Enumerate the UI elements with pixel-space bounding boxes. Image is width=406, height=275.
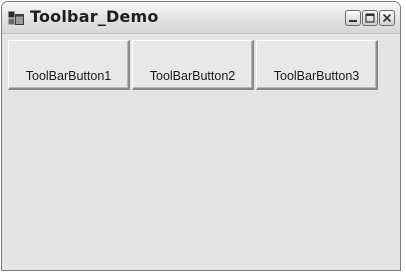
toolbar: ToolBarButton1 ToolBarButton2 ToolBarBut…	[2, 34, 400, 92]
toolbar-button-1[interactable]: ToolBarButton1	[8, 40, 130, 90]
toolbar-button-1-label: ToolBarButton1	[25, 69, 112, 83]
app-window-icon[interactable]	[8, 11, 24, 25]
toolbar-button-2-label: ToolBarButton2	[149, 69, 236, 83]
toolbar-button-2[interactable]: ToolBarButton2	[132, 40, 254, 90]
title-bar[interactable]: Toolbar_Demo	[2, 2, 400, 34]
maximize-icon	[365, 13, 375, 23]
window-title: Toolbar_Demo	[30, 7, 159, 26]
close-button[interactable]	[379, 10, 395, 26]
main-window: Toolbar_Demo ToolBarButton1 ToolBarButto…	[1, 1, 401, 271]
minimize-icon	[349, 20, 357, 22]
minimize-button[interactable]	[345, 10, 361, 26]
toolbar-button-3[interactable]: ToolBarButton3	[256, 40, 378, 90]
close-icon	[382, 13, 392, 23]
maximize-button[interactable]	[362, 10, 378, 26]
client-area	[2, 92, 400, 270]
toolbar-button-3-label: ToolBarButton3	[273, 69, 360, 83]
